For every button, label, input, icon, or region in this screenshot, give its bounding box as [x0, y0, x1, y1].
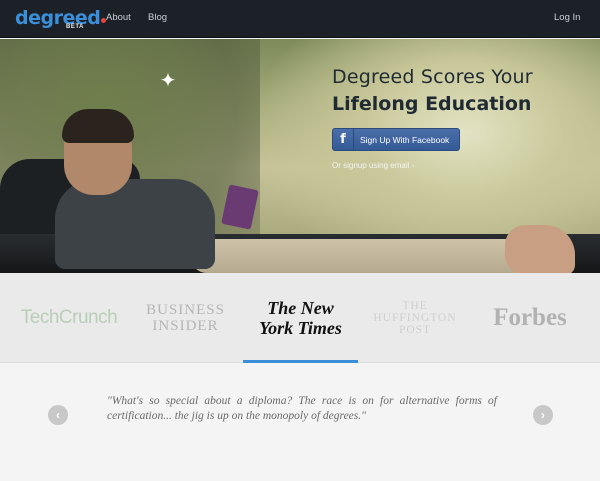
facebook-icon: f [333, 129, 354, 150]
hero-person-body [55, 179, 215, 269]
hero-person-legs [190, 239, 550, 273]
chevron-left-icon[interactable]: ‹ [48, 405, 68, 425]
facebook-signup-label: Sign Up With Facebook [360, 135, 450, 145]
hero-headline-line2: Lifelong Education [332, 93, 532, 115]
press-logo-business-insider[interactable]: BUSINESS INSIDER [133, 273, 238, 363]
press-quote-text: "What's so special about a diploma? The … [107, 395, 497, 422]
press-logo-huffington-post[interactable]: THE HUFFINGTON POST [360, 273, 470, 363]
press-logo-forbes[interactable]: Forbes [475, 273, 585, 363]
hero-banner: ✦ Degreed Scores Your Lifelong Education… [0, 39, 600, 273]
login-link[interactable]: Log In [554, 12, 580, 23]
facebook-signup-button[interactable]: f Sign Up With Facebook [332, 128, 460, 151]
nav-link-about[interactable]: About [106, 12, 131, 23]
press-logo-techcrunch[interactable]: TechCrunch [10, 273, 128, 363]
sparkle-icon: ✦ [159, 70, 177, 92]
press-active-indicator [243, 360, 358, 363]
press-quote-section: ‹ "What's so special about a diploma? Th… [0, 364, 600, 481]
beta-badge: BETA [66, 24, 84, 30]
hero-person-feet [505, 225, 575, 273]
degreed-logo[interactable]: degreed [15, 7, 107, 29]
chevron-right-icon[interactable]: › [533, 405, 553, 425]
hero-person-hair [62, 109, 134, 143]
press-logos-bar: TechCrunch BUSINESS INSIDER The New York T… [0, 273, 600, 363]
nav-link-blog[interactable]: Blog [148, 12, 167, 23]
hero-headline-line1: Degreed Scores Your [332, 66, 533, 88]
press-logo-nytimes[interactable]: The New York Times [243, 273, 358, 363]
top-navbar: degreed BETA About Blog Log In [0, 0, 600, 38]
email-signup-link[interactable]: Or signup using email › [332, 161, 414, 170]
